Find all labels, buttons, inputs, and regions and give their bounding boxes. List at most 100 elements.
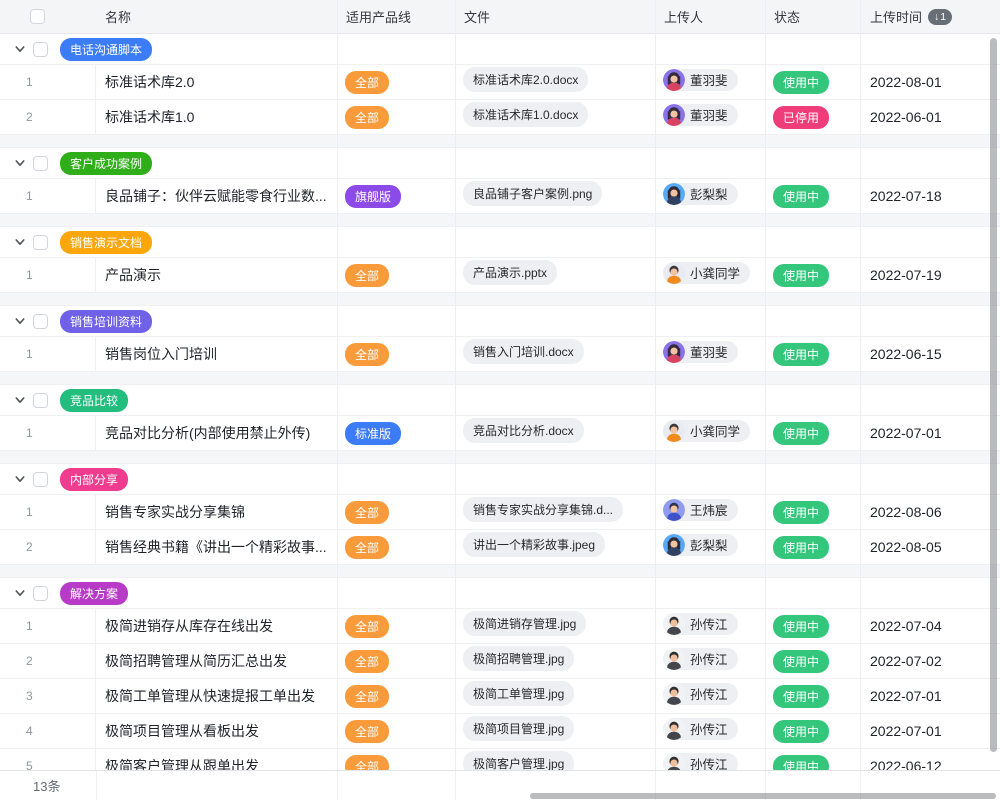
product-line-cell[interactable]: 全部 <box>337 536 455 559</box>
uploader-cell[interactable]: 孙传江 <box>655 613 765 640</box>
status-cell[interactable]: 使用中 <box>765 536 860 559</box>
upload-time-cell[interactable]: 2022-07-01 <box>860 723 1000 739</box>
uploader-cell[interactable]: 孙传江 <box>655 648 765 675</box>
uploader-tag[interactable]: 孙传江 <box>663 718 738 740</box>
product-line-cell[interactable]: 全部 <box>337 264 455 287</box>
file-attachment[interactable]: 极简招聘管理.jpg <box>463 646 574 671</box>
uploader-cell[interactable]: 董羽斐 <box>655 104 765 131</box>
uploader-tag[interactable]: 孙传江 <box>663 613 738 635</box>
file-cell[interactable]: 标准话术库2.0.docx <box>455 67 655 97</box>
upload-time-cell[interactable]: 2022-07-02 <box>860 653 1000 669</box>
file-cell[interactable]: 销售入门培训.docx <box>455 339 655 369</box>
status-cell[interactable]: 使用中 <box>765 650 860 673</box>
name-cell[interactable]: 销售经典书籍《讲出一个精彩故事... <box>96 537 337 557</box>
group-checkbox[interactable] <box>33 314 48 329</box>
column-header-product[interactable]: 适用产品线 <box>337 7 455 26</box>
product-line-cell[interactable]: 旗舰版 <box>337 185 455 208</box>
column-header-uploader[interactable]: 上传人 <box>655 7 765 26</box>
file-cell[interactable]: 良品铺子客户案例.png <box>455 181 655 211</box>
uploader-tag[interactable]: 孙传江 <box>663 648 738 670</box>
name-cell[interactable]: 销售岗位入门培训 <box>96 344 337 364</box>
file-attachment[interactable]: 极简工单管理.jpg <box>463 681 574 706</box>
product-line-cell[interactable]: 全部 <box>337 720 455 743</box>
file-attachment[interactable]: 销售专家实战分享集锦.d... <box>463 497 623 522</box>
file-attachment[interactable]: 销售入门培训.docx <box>463 339 584 364</box>
chevron-down-icon[interactable] <box>13 43 26 56</box>
uploader-cell[interactable]: 董羽斐 <box>655 69 765 96</box>
group-checkbox[interactable] <box>33 156 48 171</box>
file-attachment[interactable]: 标准话术库2.0.docx <box>463 67 588 92</box>
group-checkbox[interactable] <box>33 393 48 408</box>
file-cell[interactable]: 竞品对比分析.docx <box>455 418 655 448</box>
product-line-cell[interactable]: 全部 <box>337 650 455 673</box>
product-line-cell[interactable]: 全部 <box>337 106 455 129</box>
uploader-cell[interactable]: 小龚同学 <box>655 262 765 289</box>
status-cell[interactable]: 使用中 <box>765 185 860 208</box>
uploader-tag[interactable]: 董羽斐 <box>663 341 738 363</box>
name-cell[interactable]: 标准话术库2.0 <box>96 72 337 92</box>
uploader-tag[interactable]: 孙传江 <box>663 683 738 705</box>
product-line-cell[interactable]: 全部 <box>337 615 455 638</box>
group-checkbox[interactable] <box>33 586 48 601</box>
vertical-scrollbar[interactable] <box>990 38 997 752</box>
uploader-cell[interactable]: 小龚同学 <box>655 420 765 447</box>
product-line-cell[interactable]: 全部 <box>337 343 455 366</box>
uploader-cell[interactable]: 董羽斐 <box>655 341 765 368</box>
file-cell[interactable]: 标准话术库1.0.docx <box>455 102 655 132</box>
uploader-cell[interactable]: 孙传江 <box>655 718 765 745</box>
product-line-cell[interactable]: 全部 <box>337 501 455 524</box>
select-all-checkbox[interactable] <box>30 9 45 24</box>
file-attachment[interactable]: 产品演示.pptx <box>463 260 557 285</box>
file-attachment[interactable]: 标准话术库1.0.docx <box>463 102 588 127</box>
file-cell[interactable]: 产品演示.pptx <box>455 260 655 290</box>
group-checkbox[interactable] <box>33 472 48 487</box>
sort-badge[interactable]: ↓1 <box>928 9 952 25</box>
status-cell[interactable]: 使用中 <box>765 685 860 708</box>
status-cell[interactable]: 已停用 <box>765 106 860 129</box>
name-cell[interactable]: 竞品对比分析(内部使用禁止外传) <box>96 423 337 443</box>
upload-time-cell[interactable]: 2022-07-01 <box>860 688 1000 704</box>
upload-time-cell[interactable]: 2022-07-04 <box>860 618 1000 634</box>
name-cell[interactable]: 极简进销存从库存在线出发 <box>96 616 337 636</box>
uploader-tag[interactable]: 董羽斐 <box>663 69 738 91</box>
chevron-down-icon[interactable] <box>13 394 26 407</box>
column-header-file[interactable]: 文件 <box>455 7 655 26</box>
name-cell[interactable]: 极简工单管理从快速提报工单出发 <box>96 686 337 706</box>
file-cell[interactable]: 极简项目管理.jpg <box>455 716 655 746</box>
file-attachment[interactable]: 良品铺子客户案例.png <box>463 181 602 206</box>
file-cell[interactable]: 极简招聘管理.jpg <box>455 646 655 676</box>
column-header-status[interactable]: 状态 <box>765 7 860 26</box>
upload-time-cell[interactable]: 2022-07-18 <box>860 188 1000 204</box>
product-line-cell[interactable]: 标准版 <box>337 422 455 445</box>
upload-time-cell[interactable]: 2022-08-05 <box>860 539 1000 555</box>
file-attachment[interactable]: 极简进销存管理.jpg <box>463 611 586 636</box>
file-cell[interactable]: 极简工单管理.jpg <box>455 681 655 711</box>
file-cell[interactable]: 讲出一个精彩故事.jpeg <box>455 532 655 562</box>
chevron-down-icon[interactable] <box>13 587 26 600</box>
uploader-tag[interactable]: 董羽斐 <box>663 104 738 126</box>
upload-time-cell[interactable]: 2022-06-01 <box>860 109 1000 125</box>
status-cell[interactable]: 使用中 <box>765 264 860 287</box>
column-header-name[interactable]: 名称 <box>96 7 337 26</box>
file-cell[interactable]: 销售专家实战分享集锦.d... <box>455 497 655 527</box>
chevron-down-icon[interactable] <box>13 157 26 170</box>
file-cell[interactable]: 极简进销存管理.jpg <box>455 611 655 641</box>
name-cell[interactable]: 极简项目管理从看板出发 <box>96 721 337 741</box>
uploader-cell[interactable]: 王炜宸 <box>655 499 765 526</box>
uploader-cell[interactable]: 彭梨梨 <box>655 183 765 210</box>
uploader-tag[interactable]: 彭梨梨 <box>663 183 738 205</box>
uploader-tag[interactable]: 小龚同学 <box>663 262 750 284</box>
uploader-cell[interactable]: 孙传江 <box>655 683 765 710</box>
chevron-down-icon[interactable] <box>13 473 26 486</box>
product-line-cell[interactable]: 全部 <box>337 685 455 708</box>
name-cell[interactable]: 产品演示 <box>96 265 337 285</box>
uploader-cell[interactable]: 彭梨梨 <box>655 534 765 561</box>
name-cell[interactable]: 销售专家实战分享集锦 <box>96 502 337 522</box>
group-checkbox[interactable] <box>33 42 48 57</box>
upload-time-cell[interactable]: 2022-08-01 <box>860 74 1000 90</box>
group-checkbox[interactable] <box>33 235 48 250</box>
status-cell[interactable]: 使用中 <box>765 343 860 366</box>
chevron-down-icon[interactable] <box>13 236 26 249</box>
name-cell[interactable]: 极简招聘管理从简历汇总出发 <box>96 651 337 671</box>
upload-time-cell[interactable]: 2022-07-19 <box>860 267 1000 283</box>
